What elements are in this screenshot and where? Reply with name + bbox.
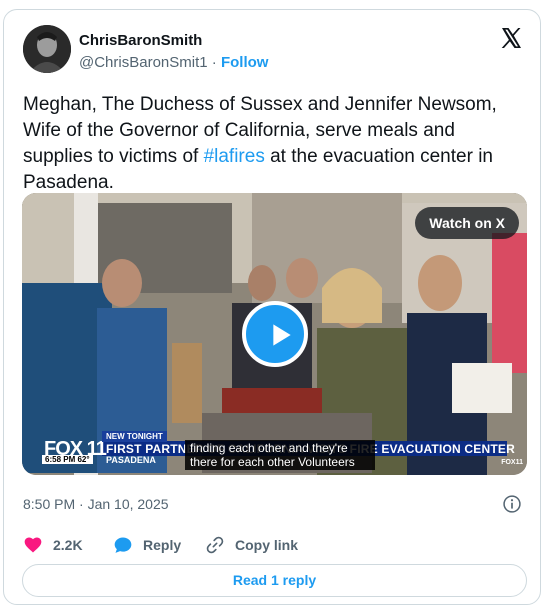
reply-button[interactable]: Reply bbox=[113, 535, 181, 555]
action-bar: 2.2K Reply Copy link bbox=[23, 535, 528, 557]
author-handle[interactable]: @ChrisBaronSmit1 bbox=[79, 54, 208, 71]
reply-label: Reply bbox=[143, 537, 182, 553]
likes-count: 2.2K bbox=[53, 537, 83, 553]
fox-corner-logo: FOX11 bbox=[501, 459, 523, 466]
like-button[interactable]: 2.2K bbox=[23, 535, 83, 555]
copy-link-button[interactable]: Copy link bbox=[205, 535, 298, 555]
hashtag-link[interactable]: #lafires bbox=[204, 146, 265, 167]
separator: · bbox=[207, 54, 221, 71]
video-caption: finding each other and they're there for… bbox=[185, 440, 375, 470]
author-name[interactable]: ChrisBaronSmith bbox=[79, 32, 202, 49]
read-reply-button[interactable]: Read 1 reply bbox=[22, 564, 527, 597]
tweet-timestamp[interactable]: 8:50 PM · Jan 10, 2025 bbox=[23, 496, 169, 512]
tweet-card: ChrisBaronSmith @ChrisBaronSmit1 · Follo… bbox=[3, 9, 541, 605]
copy-link-label: Copy link bbox=[235, 537, 299, 553]
play-icon bbox=[273, 324, 291, 346]
x-logo-icon[interactable] bbox=[499, 26, 523, 50]
new-tonight-tag: NEW TONIGHT bbox=[102, 431, 167, 442]
tweet-text: Meghan, The Duchess of Sussex and Jennif… bbox=[23, 92, 528, 196]
broadcast-location: PASADENA bbox=[106, 455, 156, 465]
info-icon[interactable] bbox=[502, 494, 522, 514]
heart-icon bbox=[24, 537, 42, 553]
avatar[interactable] bbox=[23, 25, 71, 73]
video-player[interactable]: Watch on X FOX 11 NEW TONIGHT FIRST PART… bbox=[22, 193, 527, 475]
watch-on-x-button[interactable]: Watch on X bbox=[415, 207, 519, 239]
broadcast-time: 6:58 PM 62° bbox=[42, 455, 93, 464]
play-button[interactable] bbox=[242, 301, 308, 367]
reply-bubble-icon bbox=[114, 537, 132, 553]
author-handle-row: @ChrisBaronSmit1 · Follow bbox=[79, 54, 268, 71]
avatar-image bbox=[23, 25, 71, 73]
follow-button[interactable]: Follow bbox=[221, 54, 269, 71]
link-icon bbox=[206, 536, 224, 554]
